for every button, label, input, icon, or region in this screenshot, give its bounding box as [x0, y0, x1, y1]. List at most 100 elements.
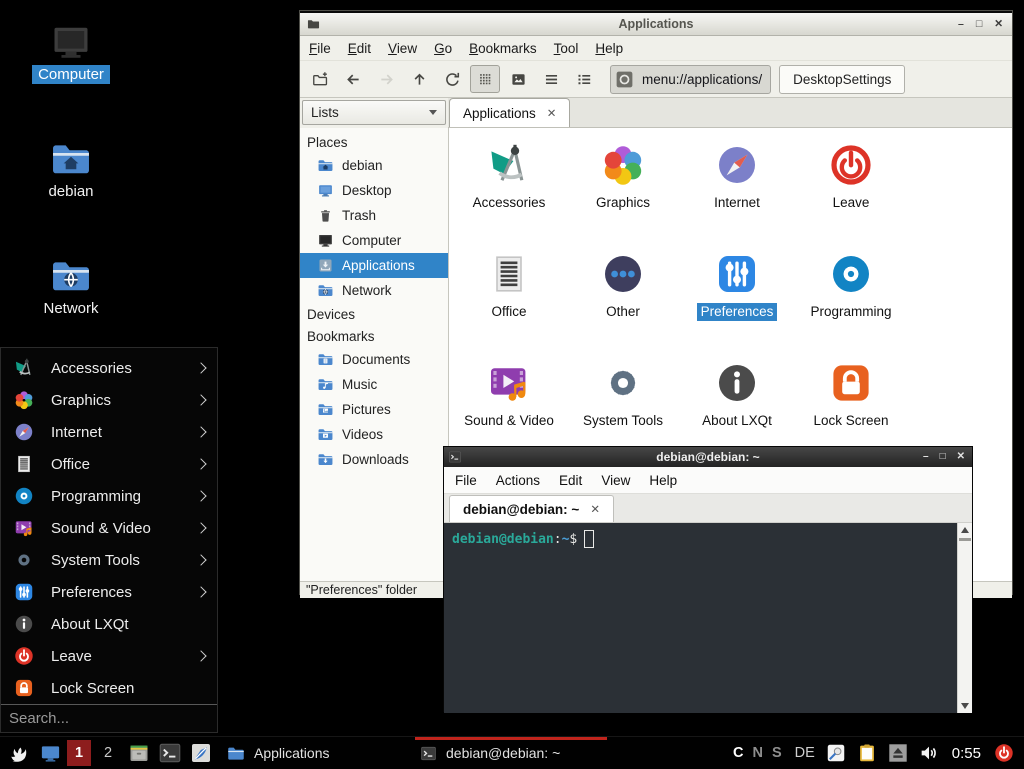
app-grid-item[interactable]: Programming [794, 245, 908, 354]
eject-icon[interactable] [887, 742, 909, 764]
app-grid-item[interactable]: Accessories [452, 136, 566, 245]
toolbar-button[interactable] [470, 65, 500, 93]
clipboard-icon[interactable] [856, 742, 878, 764]
terminal-titlebar[interactable]: debian@debian: ~ – □ ✕ [444, 447, 972, 467]
app-grid-item[interactable]: Other [566, 245, 680, 354]
menu-item[interactable]: Programming [1, 480, 217, 512]
toolbar-button[interactable] [437, 65, 467, 93]
sidebar-item[interactable]: Pictures [300, 397, 448, 422]
task-button-active[interactable]: debian@debian: ~ [415, 737, 607, 766]
menu-item[interactable]: Accessories [1, 352, 217, 384]
folder-documents-icon [317, 351, 334, 368]
menu-item-label: Sound & Video [51, 520, 151, 537]
maximize-button[interactable]: □ [976, 19, 982, 30]
path-text: menu://applications/ [642, 72, 762, 87]
toolbar-button[interactable] [503, 65, 533, 93]
task-button[interactable]: Applications [226, 738, 330, 769]
menubar-item[interactable]: File [455, 473, 477, 488]
file-manager-icon[interactable] [127, 741, 151, 765]
sidebar-item[interactable]: Applications [300, 253, 448, 278]
menu-item[interactable]: Leave [1, 640, 217, 672]
app-grid-item[interactable]: Preferences [680, 245, 794, 354]
keyboard-layout[interactable]: DE [795, 745, 815, 761]
menubar-item[interactable]: Go [434, 41, 452, 56]
toolbar-button[interactable] [404, 65, 434, 93]
fm-tab[interactable]: Applications ✕ [449, 98, 570, 127]
minimize-button[interactable]: – [923, 452, 929, 462]
toolbar-button[interactable] [536, 65, 566, 93]
menu-item[interactable]: Preferences [1, 576, 217, 608]
menu-item[interactable]: About LXQt [1, 608, 217, 640]
terminal-body[interactable]: debian@debian:~$ [444, 523, 972, 713]
toolbar-button[interactable] [305, 65, 335, 93]
sidebar-item[interactable]: Desktop [300, 178, 448, 203]
maximize-button[interactable]: □ [940, 452, 946, 462]
toolbar-button[interactable] [569, 65, 599, 93]
menu-item[interactable]: Office [1, 448, 217, 480]
fm-titlebar[interactable]: Applications – □ ✕ [300, 11, 1012, 36]
qterminal-icon[interactable] [158, 741, 182, 765]
menu-item[interactable]: Lock Screen [1, 672, 217, 704]
clock[interactable]: 0:55 [952, 745, 981, 762]
app-grid-item[interactable]: Leave [794, 136, 908, 245]
path-bar[interactable]: menu://applications/ [610, 65, 771, 94]
menu-item[interactable]: Sound & Video [1, 512, 217, 544]
sidebar-item[interactable]: Documents [300, 347, 448, 372]
terminal-scrollbar[interactable] [957, 523, 972, 713]
show-desktop-icon[interactable] [39, 742, 62, 765]
scroll-handle[interactable] [959, 538, 971, 541]
power-icon[interactable] [993, 742, 1015, 764]
sidebar-item[interactable]: Computer [300, 228, 448, 253]
menubar-item[interactable]: Edit [348, 41, 371, 56]
prompt-path: ~ [562, 532, 570, 547]
minimize-button[interactable]: – [958, 19, 964, 30]
folder-network-icon [48, 254, 94, 298]
toolbar-button[interactable] [371, 65, 401, 93]
close-button[interactable]: ✕ [957, 452, 965, 462]
menubar-item[interactable]: Help [649, 473, 677, 488]
sidebar-item[interactable]: Trash [300, 203, 448, 228]
computer-icon [317, 232, 334, 249]
workspace-button[interactable]: 2 [96, 740, 120, 766]
path-segment-button[interactable]: DesktopSettings [779, 65, 905, 94]
menubar-item[interactable]: Bookmarks [469, 41, 537, 56]
close-button[interactable]: ✕ [994, 19, 1003, 30]
workspace-button[interactable]: 1 [67, 740, 91, 766]
scroll-up-icon[interactable] [961, 527, 969, 533]
tab-close-icon[interactable]: ✕ [590, 502, 600, 516]
keyboard-indicator[interactable]: CNS [733, 745, 782, 761]
app-grid-label: Sound & Video [460, 412, 558, 430]
menu-item[interactable]: System Tools [1, 544, 217, 576]
screenshot-icon[interactable] [825, 742, 847, 764]
lxqt-logo-icon[interactable] [7, 741, 32, 766]
sidebar-item[interactable]: Network [300, 278, 448, 303]
menubar-item[interactable]: Help [595, 41, 623, 56]
desktop-icon[interactable]: Network [24, 254, 118, 341]
menubar-item[interactable]: View [388, 41, 417, 56]
menubar-item[interactable]: Edit [559, 473, 582, 488]
sidebar-item[interactable]: Videos [300, 422, 448, 447]
sidebar-item[interactable]: Music [300, 372, 448, 397]
featherpad-icon[interactable] [189, 741, 213, 765]
sidebar-item[interactable]: debian [300, 153, 448, 178]
menubar-item[interactable]: File [309, 41, 331, 56]
menu-item[interactable]: Graphics [1, 384, 217, 416]
sidebar-item[interactable]: Downloads [300, 447, 448, 472]
search-input[interactable] [1, 710, 217, 727]
menubar-item[interactable]: Tool [554, 41, 579, 56]
menubar-item[interactable]: View [601, 473, 630, 488]
toolbar-button[interactable] [338, 65, 368, 93]
app-grid-item[interactable]: Internet [680, 136, 794, 245]
app-grid-item[interactable]: Office [452, 245, 566, 354]
terminal-tab[interactable]: debian@debian: ~ ✕ [449, 495, 614, 522]
menu-item[interactable]: Internet [1, 416, 217, 448]
sidebar-mode-combo[interactable]: Lists [302, 100, 446, 125]
about-icon [13, 613, 35, 635]
desktop-icon[interactable]: debian [24, 137, 118, 224]
desktop-icon[interactable]: Computer [24, 20, 118, 107]
menubar-item[interactable]: Actions [496, 473, 540, 488]
tab-close-icon[interactable]: ✕ [547, 106, 557, 120]
app-grid-item[interactable]: Graphics [566, 136, 680, 245]
scroll-down-icon[interactable] [961, 703, 969, 709]
volume-icon[interactable] [918, 742, 940, 764]
